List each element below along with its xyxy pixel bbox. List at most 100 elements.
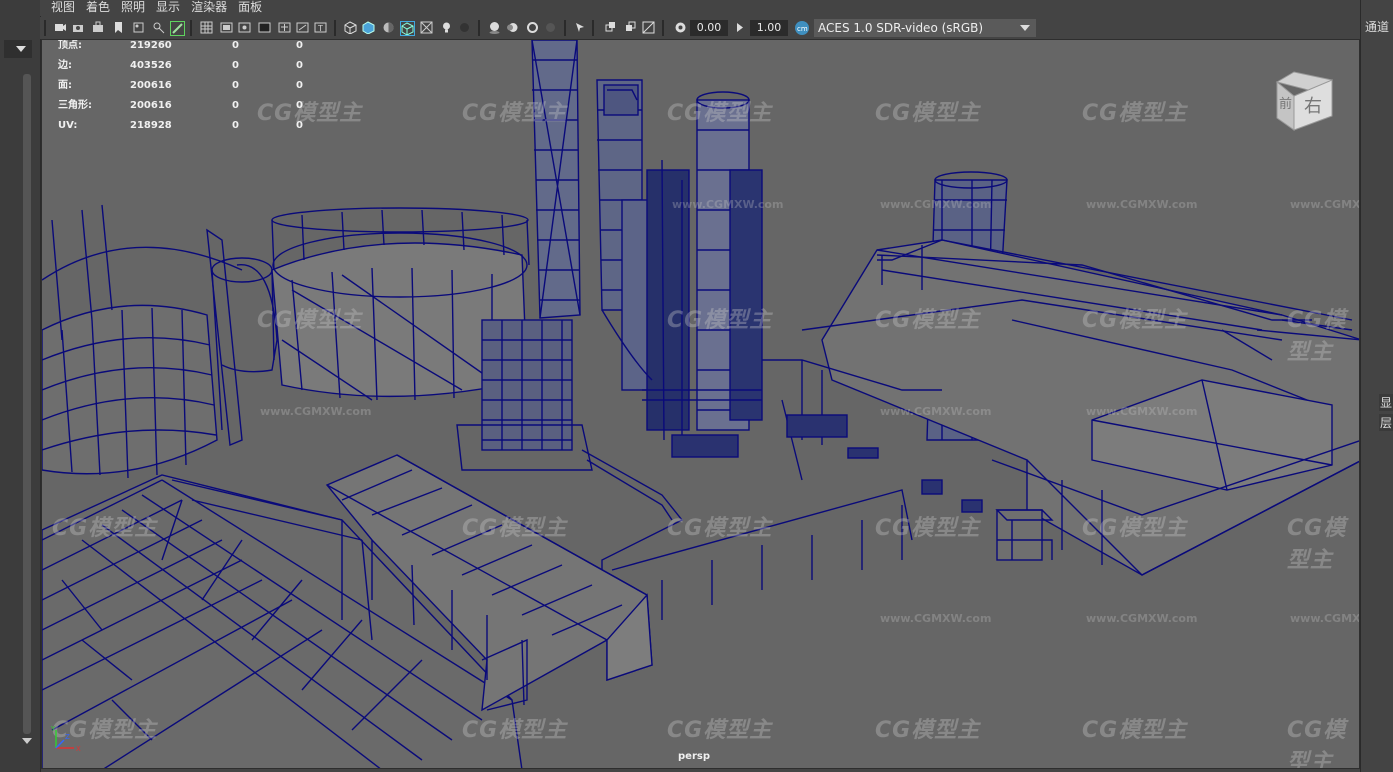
viewcube-right-label: 右: [1304, 96, 1322, 117]
scroll-down-icon[interactable]: [22, 738, 32, 744]
hud-value: 0: [232, 40, 239, 51]
hud-label: UV:: [58, 120, 78, 131]
toolbar-separator: [478, 20, 480, 36]
watermark-logo: CG模型主: [257, 308, 363, 333]
toolbar-separator: [564, 20, 566, 36]
camera-label: persp: [678, 751, 710, 762]
poly-count-hud: 顶点: 219260 0 0 边: 403526 0 0 面: 200616 0 0 三角形: 20…: [58, 40, 318, 140]
menu-show[interactable]: 显示: [156, 0, 180, 15]
hud-value: 0: [296, 100, 303, 111]
menu-shading[interactable]: 着色: [86, 0, 110, 15]
hud-value: 0: [232, 120, 239, 131]
menu-panels[interactable]: 面板: [238, 0, 262, 15]
watermark-logo: CG模型主: [1287, 308, 1347, 365]
camera-lock-icon[interactable]: [92, 21, 105, 34]
watermark-logo: CG模型主: [875, 308, 981, 333]
watermark-logo: CG模型主: [875, 516, 981, 541]
lights-icon[interactable]: [440, 21, 453, 34]
layer-tab[interactable]: 层: [1379, 414, 1393, 431]
watermark-logo: CG模型主: [875, 718, 981, 743]
wireframe-icon[interactable]: [344, 21, 357, 34]
watermark-url: www.CGMXW.com: [1086, 612, 1198, 625]
2d-pan-zoom-icon[interactable]: [152, 21, 165, 34]
watermark-logo: CG模型主: [1082, 308, 1188, 333]
safe-title-icon[interactable]: T: [314, 21, 327, 34]
bookmark-icon[interactable]: [112, 21, 125, 34]
watermark-logo: CG模型主: [462, 516, 568, 541]
toolbar-separator: [334, 20, 336, 36]
svg-text:cm: cm: [797, 25, 808, 33]
3d-viewport[interactable]: CG模型主 CG模型主 CG模型主 CG模型主 CG模型主 CG模型主 CG模型…: [41, 39, 1360, 769]
xray-icon[interactable]: [420, 21, 433, 34]
watermark-logo: CG模型主: [462, 718, 568, 743]
watermark-logo: CG模型主: [1287, 516, 1347, 573]
y-axis-label: Y: [50, 726, 56, 733]
menu-view[interactable]: 视图: [51, 0, 75, 15]
hud-row-uvs: UV: 218928 0 0: [58, 120, 318, 140]
gate-mask-icon[interactable]: [258, 21, 271, 34]
default-material-icon[interactable]: [382, 21, 395, 34]
channel-box-tab[interactable]: 通道: [1365, 18, 1389, 35]
depth-of-field-icon[interactable]: [544, 21, 557, 34]
menu-renderer[interactable]: 渲染器: [191, 0, 227, 15]
display-layer-tab[interactable]: 显: [1379, 394, 1393, 411]
watermark-url: www.CGMXW.com: [672, 198, 784, 211]
camera-icon[interactable]: [54, 21, 67, 34]
watermark-logo: CG模型主: [52, 516, 158, 541]
toolbar-separator: [592, 20, 594, 36]
view-cube[interactable]: 前 右: [1272, 70, 1336, 134]
hud-row-faces: 面: 200616 0 0: [58, 80, 318, 100]
exposure-icon[interactable]: [674, 21, 687, 34]
toolbar-separator: [662, 20, 664, 36]
gamma-field[interactable]: 1.00: [750, 20, 788, 36]
xray-active-icon[interactable]: [624, 21, 637, 34]
resolution-gate-icon[interactable]: [238, 21, 251, 34]
watermark-url: www.CGMXW.com: [880, 198, 992, 211]
chevron-down-icon: [1020, 25, 1030, 31]
axis-gizmo: X Y Z: [50, 726, 81, 753]
watermark-logo: CG模型主: [667, 308, 773, 333]
isolate-select-icon[interactable]: [574, 21, 587, 34]
hud-value: 0: [296, 60, 303, 71]
motion-blur-icon[interactable]: [506, 21, 519, 34]
watermark-url: www.CGMXW.com: [880, 612, 992, 625]
hud-value: 403526: [130, 60, 172, 71]
field-chart-icon[interactable]: [278, 21, 291, 34]
wireframe-on-shaded-icon[interactable]: [400, 21, 415, 36]
hud-value: 0: [296, 40, 303, 51]
backface-culling-icon[interactable]: [642, 21, 655, 34]
panel-scrollbar[interactable]: [23, 74, 31, 734]
color-space-select[interactable]: ACES 1.0 SDR-video (sRGB): [814, 19, 1036, 37]
hud-value: 218928: [130, 120, 172, 131]
watermark-logo: CG模型主: [667, 718, 773, 743]
watermark-url: www.CGMXW.com: [1086, 198, 1198, 211]
xray-joints-icon[interactable]: [604, 21, 617, 34]
toolbar-separator: [44, 20, 46, 36]
hud-label: 边:: [58, 60, 72, 71]
watermark-url: www.CGMXW.com: [260, 405, 372, 418]
smooth-shade-icon[interactable]: [362, 21, 375, 34]
gamma-icon[interactable]: [734, 21, 747, 34]
grease-pencil-icon[interactable]: [170, 21, 185, 36]
watermark-logo: CG模型主: [462, 101, 568, 126]
toolbar-separator: [190, 20, 192, 36]
shadows-icon[interactable]: [458, 21, 471, 34]
image-plane-icon[interactable]: [132, 21, 145, 34]
watermark-logo: CG模型主: [1082, 718, 1188, 743]
hud-label: 顶点:: [58, 40, 82, 51]
menu-lighting[interactable]: 照明: [121, 0, 145, 15]
color-space-value: ACES 1.0 SDR-video (sRGB): [818, 21, 984, 35]
ambient-occlusion-icon[interactable]: [488, 21, 501, 34]
grid-icon[interactable]: [200, 21, 213, 34]
watermark-url: www.CGMXW.com: [1290, 612, 1360, 625]
anti-alias-icon[interactable]: [526, 21, 539, 34]
hud-value: 200616: [130, 100, 172, 111]
film-gate-icon[interactable]: [220, 21, 233, 34]
chevron-down-icon: [16, 46, 26, 52]
panel-dropdown[interactable]: [4, 40, 32, 58]
color-management-icon[interactable]: cm: [794, 20, 810, 36]
camera-attributes-icon[interactable]: [72, 21, 85, 34]
safe-action-icon[interactable]: [296, 21, 309, 34]
viewcube-front-label: 前: [1279, 96, 1292, 112]
exposure-field[interactable]: 0.00: [690, 20, 728, 36]
